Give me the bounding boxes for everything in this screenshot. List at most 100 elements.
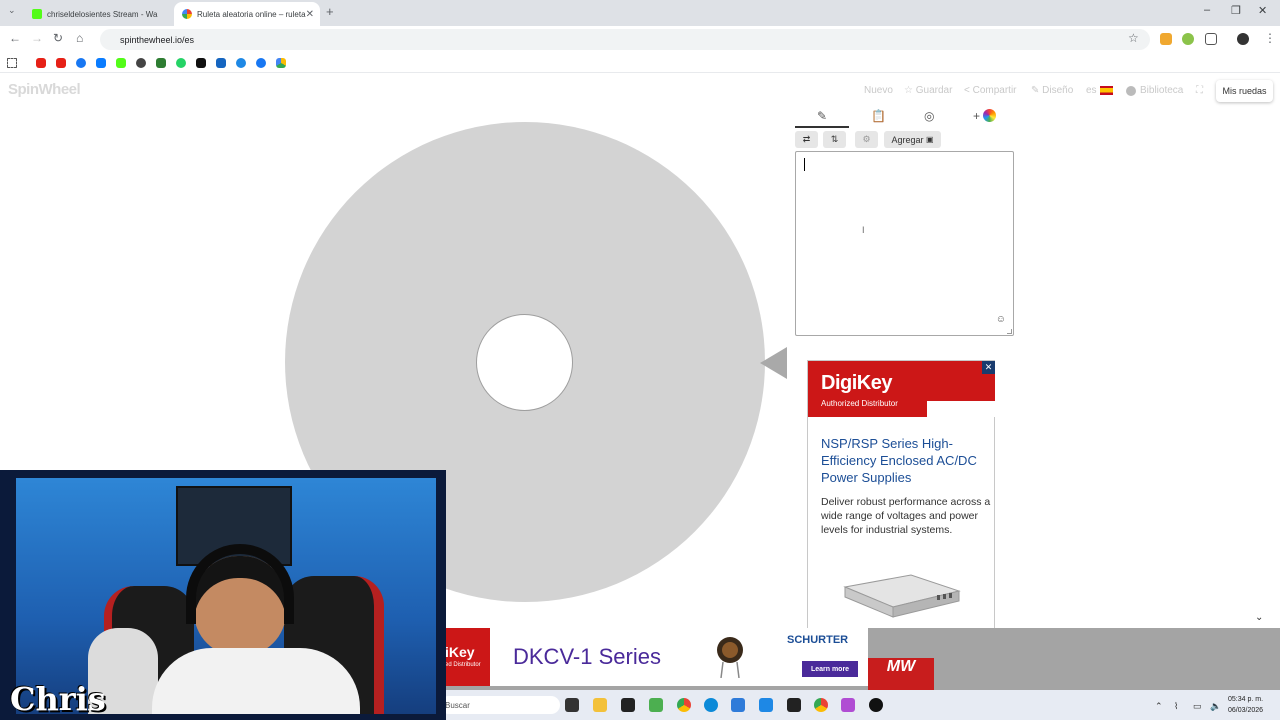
facebook-icon[interactable]: [256, 58, 266, 68]
address-bar[interactable]: spinthewheel.io/es: [100, 29, 1150, 50]
active-tab-indicator: [795, 126, 849, 128]
reload-icon[interactable]: ↻: [53, 31, 63, 45]
meta-icon[interactable]: [96, 58, 106, 68]
ad-close-button[interactable]: ✕: [982, 361, 995, 374]
my-wheels-button[interactable]: Mis ruedas: [1216, 80, 1273, 102]
wheel-pointer: [760, 347, 787, 379]
chevron-down-icon[interactable]: ⌄: [1255, 612, 1263, 623]
learn-more-button[interactable]: Learn more: [802, 661, 858, 677]
close-tab-icon[interactable]: ✕: [306, 9, 314, 20]
bookmark-icon[interactable]: [236, 58, 246, 68]
clock-time: 05:34 p. m.: [1228, 696, 1264, 703]
webcam-feed: [16, 478, 436, 714]
tab-ruleta[interactable]: Ruleta aleatoria online – ruleta ✕: [174, 2, 320, 26]
app-icon[interactable]: [869, 698, 883, 712]
back-icon[interactable]: ←: [9, 31, 21, 45]
obs-icon[interactable]: [787, 698, 801, 712]
spinwheel-logo[interactable]: SpinWheel: [8, 81, 81, 98]
menu-icon[interactable]: ⋮: [1264, 31, 1276, 45]
settings-button[interactable]: ⚙: [855, 131, 878, 148]
nav-save[interactable]: ☆ Guardar: [904, 85, 952, 96]
nav-new[interactable]: Nuevo: [864, 85, 893, 96]
meanwell-logo: MW: [868, 658, 934, 690]
add-label: Agregar: [891, 134, 924, 145]
tab-search-icon[interactable]: ⌄: [8, 5, 16, 16]
epic-games-icon[interactable]: [621, 698, 635, 712]
banner-brand: iKey ed Distributor: [445, 628, 490, 686]
nav-language[interactable]: es: [1086, 85, 1097, 96]
edge-icon[interactable]: [704, 698, 718, 712]
clock-date: 06/03/2026: [1228, 707, 1264, 714]
hide-eye-icon[interactable]: ◎: [924, 109, 934, 123]
shuffle-button[interactable]: ⇄: [795, 131, 818, 148]
google-favicon-icon: [182, 9, 192, 19]
streamer-name-overlay: Chris: [10, 680, 106, 718]
nav-library[interactable]: Biblioteca: [1140, 85, 1183, 96]
app-icon[interactable]: [731, 698, 745, 712]
sort-button[interactable]: ⇅: [823, 131, 846, 148]
capacitor-image: [717, 637, 743, 678]
extension-icon[interactable]: [1182, 33, 1194, 45]
chrome-active-icon[interactable]: [814, 698, 828, 712]
panel-tabs: ✎ 📋 ◎ +: [795, 106, 1015, 128]
google-drive-icon[interactable]: [276, 58, 286, 68]
clipboard-icon[interactable]: 📋: [871, 109, 886, 123]
add-color-button[interactable]: +: [973, 109, 997, 123]
app-icon[interactable]: [649, 698, 663, 712]
restore-button[interactable]: ❐: [1231, 4, 1241, 17]
minimize-button[interactable]: –: [1204, 4, 1210, 16]
bookmarks-bar: [0, 53, 1280, 73]
schurter-banner-ad[interactable]: iKey ed Distributor DKCV-1 Series SCHURT…: [445, 628, 868, 686]
youtube-icon[interactable]: [36, 58, 46, 68]
ad-brand: DigiKey: [821, 372, 892, 394]
kick-icon[interactable]: [116, 58, 126, 68]
close-window-button[interactable]: ✕: [1258, 4, 1267, 17]
text-caret: [804, 158, 805, 171]
taskview-icon[interactable]: [565, 698, 579, 712]
youtube-icon[interactable]: [56, 58, 66, 68]
new-tab-button[interactable]: +: [326, 4, 334, 19]
browser-toolbar: ← → ↻ ⌂ spinthewheel.io/es ☆ ⋮: [0, 26, 1280, 53]
app-icon[interactable]: [841, 698, 855, 712]
forward-icon[interactable]: →: [31, 31, 43, 45]
tab-title: Ruleta aleatoria online – ruleta: [197, 9, 306, 19]
person-shirt: [152, 648, 360, 714]
gear-icon: ⚙: [862, 134, 871, 144]
whatsapp-icon[interactable]: [176, 58, 186, 68]
extension-icon[interactable]: [1160, 33, 1172, 45]
resize-handle[interactable]: [1007, 329, 1012, 334]
wheel-center-button[interactable]: [476, 314, 573, 411]
shield-icon[interactable]: [156, 58, 166, 68]
nav-share[interactable]: < Compartir: [964, 85, 1017, 96]
tab-title: chriseldelosientes Stream - Wa: [47, 9, 158, 19]
profile-avatar[interactable]: [1237, 33, 1249, 45]
home-icon[interactable]: ⌂: [76, 31, 83, 45]
tiktok-icon[interactable]: [196, 58, 206, 68]
globe-icon: [1126, 86, 1136, 96]
entries-textarea[interactable]: I ☺: [795, 151, 1014, 336]
tray-chevron-icon[interactable]: ⌃: [1155, 701, 1163, 712]
file-explorer-icon[interactable]: [593, 698, 607, 712]
network-icon[interactable]: ⌇: [1174, 701, 1178, 712]
fullscreen-icon[interactable]: ⛶: [1196, 85, 1203, 96]
facebook-icon[interactable]: [76, 58, 86, 68]
taskbar-search[interactable]: Buscar: [440, 696, 560, 714]
display-icon[interactable]: ▭: [1193, 701, 1202, 712]
apps-grid-icon[interactable]: [7, 58, 17, 68]
add-image-button[interactable]: Agregar ▣: [884, 131, 941, 148]
nav-design[interactable]: ✎ Diseño: [1031, 85, 1073, 96]
bookmark-star-icon[interactable]: ☆: [1128, 31, 1139, 45]
url-text: spinthewheel.io/es: [120, 34, 195, 45]
mouse-cursor-ibeam: I: [862, 225, 865, 235]
system-clock[interactable]: 05:34 p. m. 06/03/2026: [1228, 694, 1263, 716]
volume-icon[interactable]: 🔈: [1210, 701, 1221, 712]
globe-icon[interactable]: [136, 58, 146, 68]
edit-pencil-icon[interactable]: ✎: [817, 109, 827, 123]
bookmark-icon[interactable]: [216, 58, 226, 68]
app-icon[interactable]: [759, 698, 773, 712]
emoji-icon[interactable]: ☺: [996, 314, 1006, 325]
extensions-puzzle-icon[interactable]: [1205, 33, 1217, 45]
tab-stream[interactable]: chriseldelosientes Stream - Wa: [24, 2, 174, 26]
chrome-icon[interactable]: [677, 698, 691, 712]
image-icon: ▣: [925, 135, 934, 144]
